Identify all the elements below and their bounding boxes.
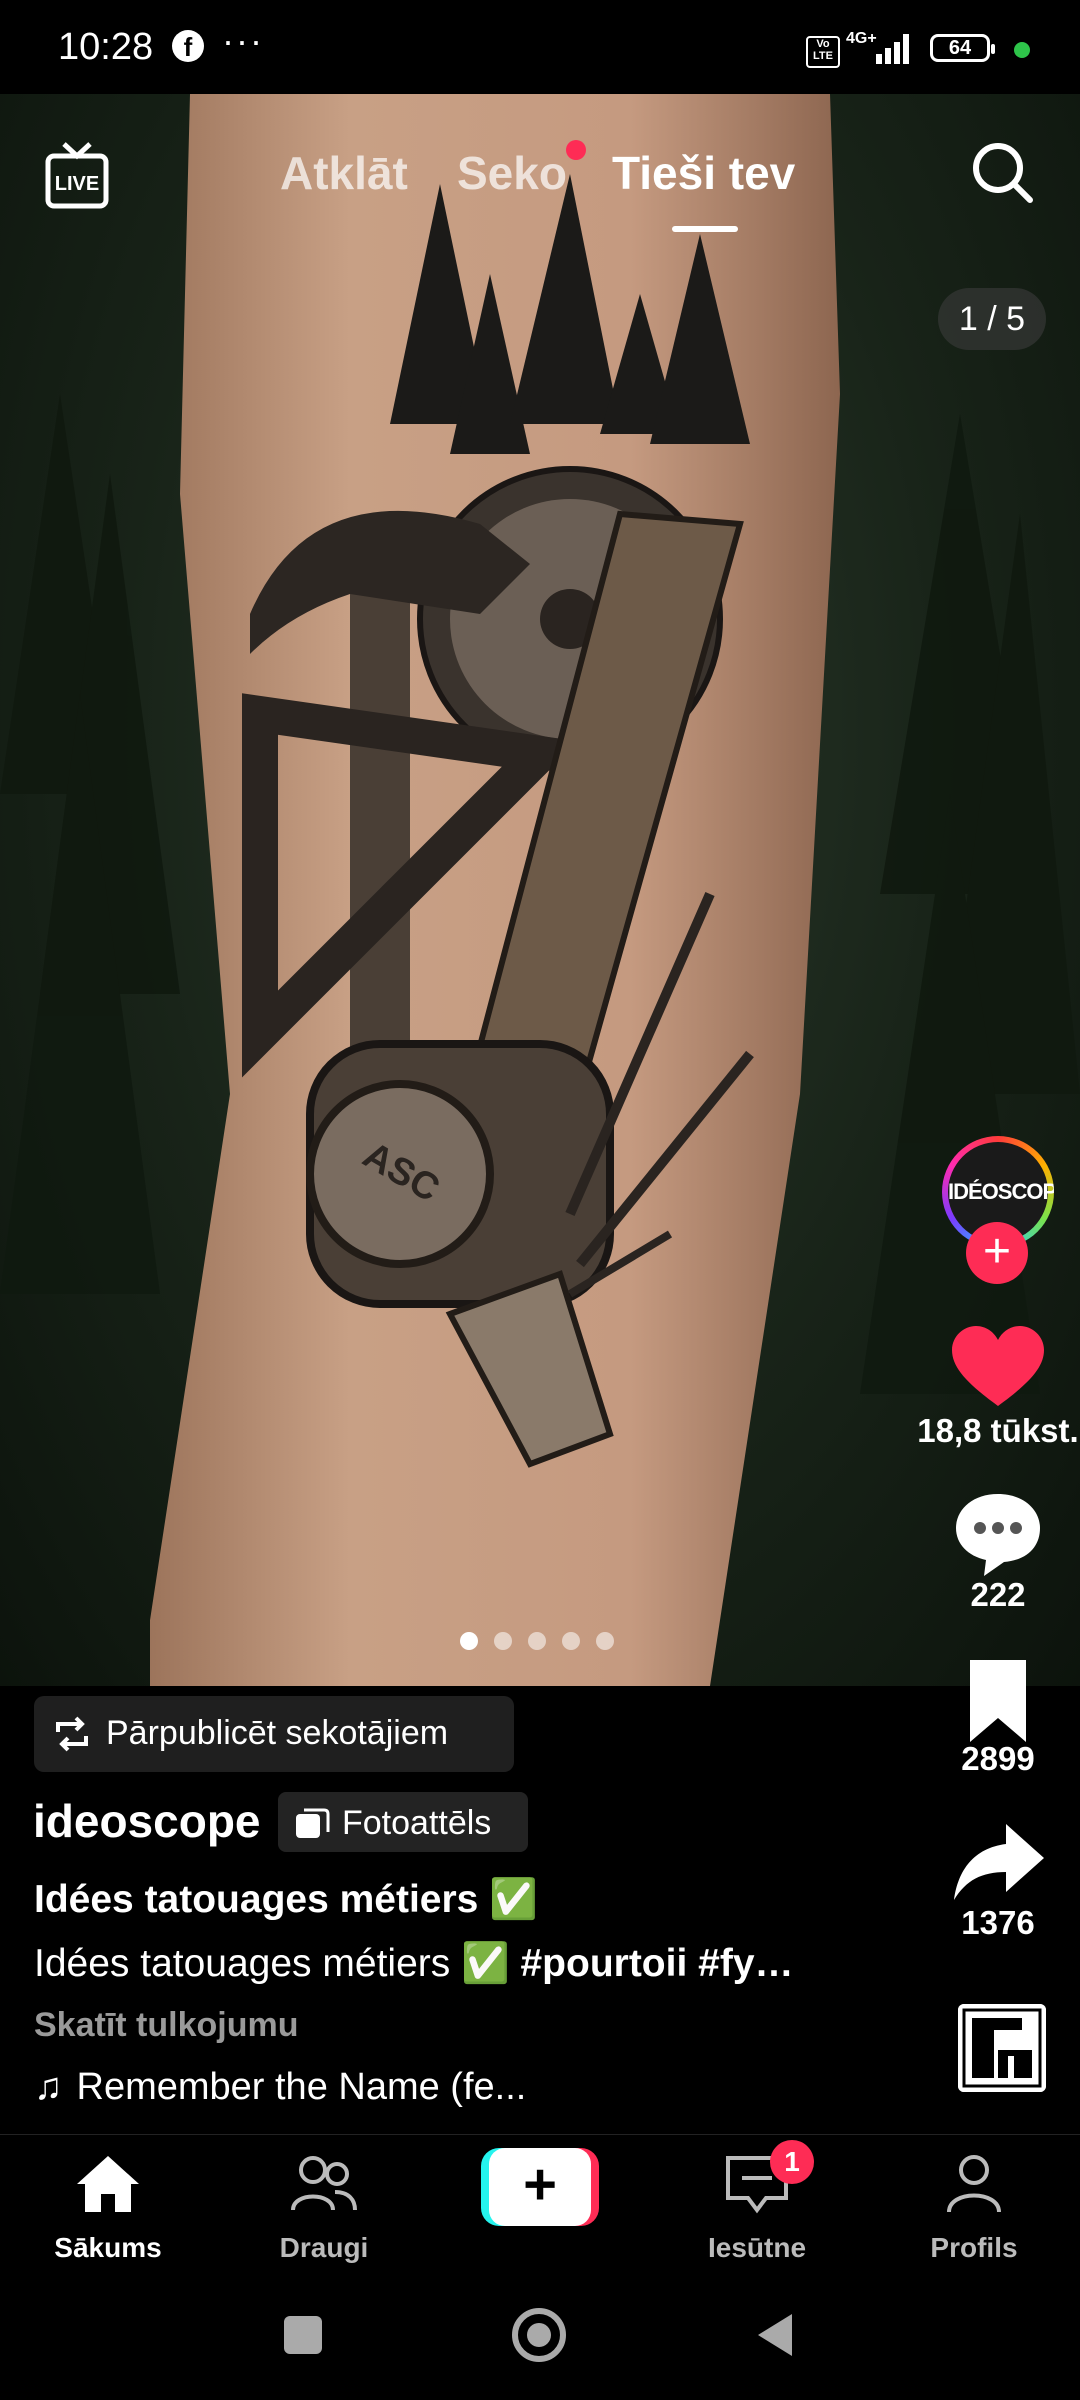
repost-label: Pārpublicēt sekotājiem (106, 1714, 449, 1752)
live-icon[interactable]: LIVE (44, 140, 110, 210)
status-overflow: ··· (222, 20, 264, 61)
carousel-dot (562, 1632, 580, 1650)
caption-body[interactable]: Idées tatouages métiers ✅ #pourtoii #fy… (34, 1940, 894, 1986)
signal-icon (876, 32, 916, 64)
nav-home-label[interactable]: Sākums (28, 2232, 188, 2264)
content-type-badge: Fotoattēls (278, 1792, 528, 1852)
inbox-badge: 1 (770, 2140, 814, 2184)
share-icon[interactable] (948, 1818, 1048, 1908)
privacy-indicator-dot (1014, 42, 1030, 58)
music-info[interactable]: ♫ Remember the Name (fe... (34, 2066, 526, 2109)
carousel-indicator (460, 1632, 620, 1652)
plus-icon: + (489, 2148, 591, 2226)
search-icon[interactable] (970, 140, 1036, 206)
tattoo-forearm: ASC (150, 94, 840, 1686)
volte-icon: Vo LTE (806, 36, 840, 68)
recents-button[interactable] (282, 2314, 324, 2356)
tab-following[interactable]: Seko (457, 146, 567, 200)
status-bar: 10:28 f ··· Vo LTE 4G+ 64 (0, 0, 1080, 94)
like-count: 18,8 tūkst. (917, 1412, 1079, 1449)
home-button[interactable] (510, 2306, 568, 2364)
comment-count: 222 (970, 1576, 1026, 1613)
network-type: 4G+ (846, 30, 877, 47)
caption-title: Idées tatouages métiers ✅ (34, 1878, 538, 1921)
facebook-icon: f (172, 30, 204, 62)
carousel-dot (494, 1632, 512, 1650)
status-time: 10:28 (58, 26, 154, 68)
system-navigation-bar (0, 2268, 1080, 2400)
sound-disc-icon[interactable] (958, 2004, 1046, 2092)
home-icon[interactable] (73, 2152, 143, 2216)
comment-icon[interactable] (948, 1488, 1048, 1578)
nav-friends-label[interactable]: Draugi (244, 2232, 404, 2264)
content-type-label: Fotoattēls (342, 1804, 492, 1842)
bookmark-icon[interactable] (948, 1656, 1048, 1746)
following-notification-dot (566, 140, 586, 160)
caption-hashtags[interactable]: #pourtoii #fy… (520, 1942, 793, 1985)
music-title: Remember the Name (fe... (76, 2066, 527, 2108)
carousel-dot (528, 1632, 546, 1650)
repost-button[interactable]: Pārpublicēt sekotājiem (34, 1696, 514, 1772)
heart-icon[interactable] (948, 1322, 1048, 1412)
create-button[interactable]: + (481, 2148, 599, 2226)
battery-icon: 64 (930, 34, 995, 62)
share-count: 1376 (961, 1904, 1035, 1941)
profile-icon[interactable] (939, 2152, 1009, 2216)
active-tab-indicator (672, 226, 738, 232)
page-counter: 1 / 5 (938, 288, 1046, 350)
save-count: 2899 (961, 1740, 1035, 1777)
tab-for-you[interactable]: Tieši tev (612, 146, 795, 200)
nav-profile-label[interactable]: Profils (894, 2232, 1054, 2264)
music-note-icon: ♫ (34, 2066, 63, 2108)
see-translation-link[interactable]: Skatīt tulkojumu (34, 2006, 298, 2045)
follow-button[interactable]: + (966, 1222, 1028, 1284)
carousel-dot (460, 1632, 478, 1650)
friends-icon[interactable] (289, 2152, 359, 2216)
nav-inbox-label[interactable]: Iesūtne (677, 2232, 837, 2264)
creator-username[interactable]: ideoscope (33, 1794, 261, 1848)
tab-discover[interactable]: Atklāt (280, 146, 408, 200)
back-button[interactable] (754, 2312, 796, 2358)
photo-stack-icon (296, 1808, 330, 1838)
repost-icon (56, 1716, 88, 1752)
svg-text:LIVE: LIVE (55, 173, 99, 195)
caption-text: Idées tatouages métiers ✅ (34, 1942, 521, 1985)
carousel-dot (596, 1632, 614, 1650)
